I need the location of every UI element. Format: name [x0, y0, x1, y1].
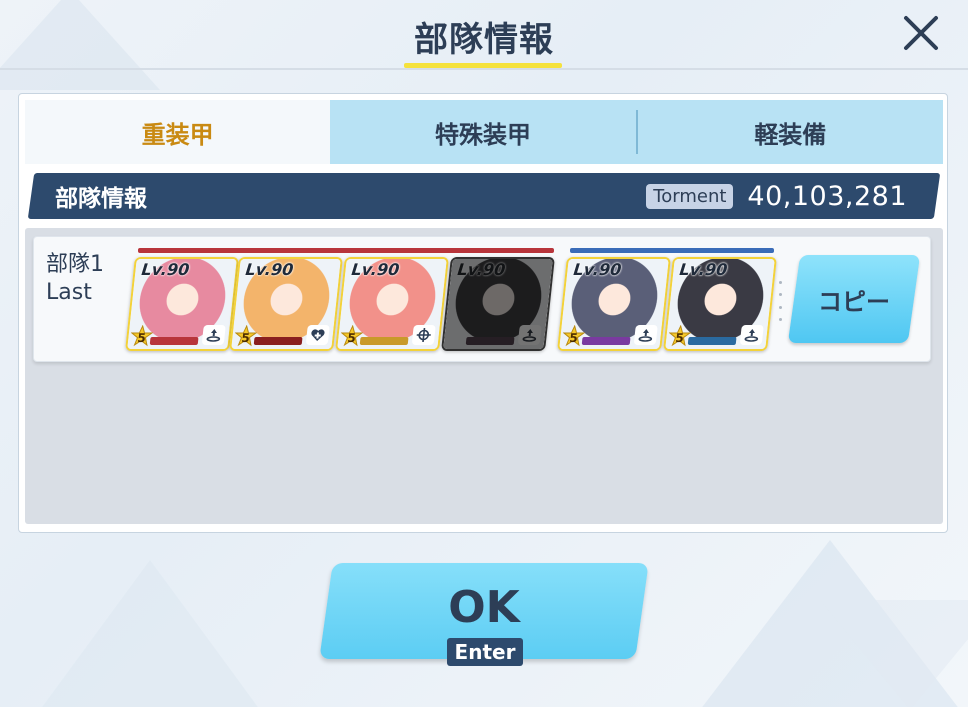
- team-list[interactable]: 部隊1 Last Lv.90 5 Lv.90 5 Lv.90 5 Lv.90 Lv.90 5 Lv…: [25, 228, 943, 524]
- character-card[interactable]: Lv.90: [441, 257, 555, 351]
- bg-triangle: [40, 560, 260, 707]
- bg-triangle: [820, 600, 968, 707]
- tank-icon: [739, 325, 764, 345]
- info-bar-title: 部隊情報: [55, 186, 147, 212]
- character-level: Lv.90: [244, 260, 295, 279]
- star-rank: 5: [240, 331, 251, 345]
- character-type-strip: [359, 337, 409, 345]
- character-level: Lv.90: [140, 260, 191, 279]
- tank-icon: [633, 325, 658, 345]
- crosshair-icon: [411, 325, 436, 345]
- team-row: 部隊1 Last Lv.90 5 Lv.90 5 Lv.90 5 Lv.90 Lv.90 5 Lv…: [33, 236, 931, 362]
- character-type-strip: [253, 337, 303, 345]
- star-rank: 5: [136, 331, 147, 345]
- info-bar: 部隊情報 Torment 40,103,281: [31, 173, 937, 219]
- star-rank: 5: [346, 331, 357, 345]
- team-sub-label: Last: [46, 280, 92, 305]
- character-level: Lv.90: [350, 260, 401, 279]
- character-type-strip: [581, 337, 631, 345]
- tab-special-armor[interactable]: 特殊装甲: [330, 100, 635, 164]
- enter-shortcut-badge: Enter: [447, 638, 523, 666]
- team-name: 部隊1: [46, 252, 104, 277]
- tab-heavy-armor[interactable]: 重装甲: [25, 100, 331, 164]
- character-card[interactable]: Lv.90 5: [557, 257, 671, 351]
- dialog-title: 部隊情報: [414, 20, 554, 60]
- character-level: Lv.90: [678, 260, 729, 279]
- difficulty-badge: Torment: [646, 183, 734, 209]
- tab-light-armor[interactable]: 軽装備: [638, 100, 943, 164]
- character-level: Lv.90: [572, 260, 623, 279]
- striker-group-bar: [138, 248, 554, 253]
- score-group: Torment 40,103,281: [646, 181, 907, 212]
- star-rank: 5: [674, 331, 685, 345]
- team-panel: 重装甲 特殊装甲 軽装備 部隊情報 Torment 40,103,281 部隊1…: [18, 93, 948, 533]
- special-group-bar: [570, 248, 774, 253]
- team-info-dialog: 部隊情報 重装甲 特殊装甲 軽装備 部隊情報 Torment 40,103,28…: [0, 0, 968, 707]
- heal-icon: [305, 325, 330, 345]
- character-type-strip: [687, 337, 737, 345]
- character-card[interactable]: Lv.90 5: [335, 257, 449, 351]
- tank-icon: [201, 325, 226, 345]
- character-type-strip: [465, 337, 515, 345]
- dialog-header: 部隊情報: [0, 0, 968, 70]
- score-value: 40,103,281: [747, 180, 907, 212]
- tank-icon: [517, 325, 542, 345]
- close-icon: [904, 16, 938, 50]
- character-card[interactable]: Lv.90 5: [229, 257, 343, 351]
- more-options-icon: [778, 281, 782, 321]
- title-underline: [404, 63, 562, 68]
- close-button[interactable]: [898, 10, 944, 56]
- team-name-group: 部隊1 Last: [46, 251, 104, 307]
- character-type-strip: [149, 337, 199, 345]
- character-card[interactable]: Lv.90 5: [125, 257, 239, 351]
- armor-tabs: 重装甲 特殊装甲 軽装備: [25, 100, 943, 164]
- star-rank: 5: [568, 331, 579, 345]
- copy-button[interactable]: [787, 255, 921, 343]
- character-card[interactable]: Lv.90 5: [663, 257, 777, 351]
- character-level: Lv.90: [456, 260, 507, 279]
